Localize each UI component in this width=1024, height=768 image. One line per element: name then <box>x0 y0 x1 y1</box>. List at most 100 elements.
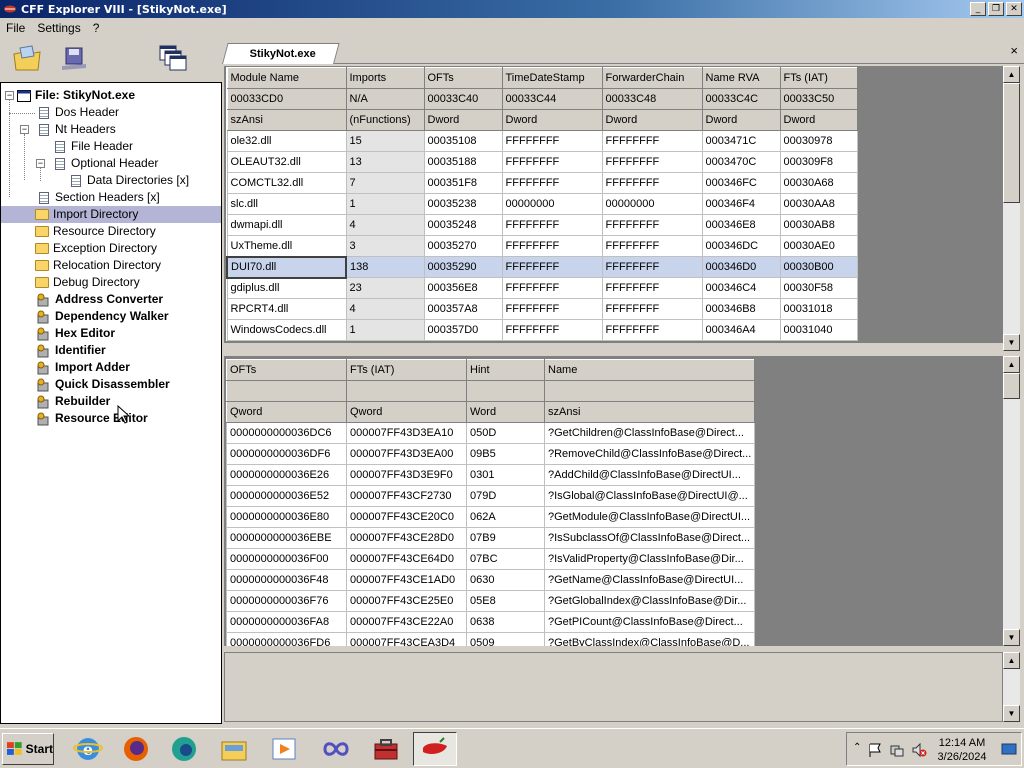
grid-cell[interactable]: 000007FF43CF2730 <box>346 485 467 507</box>
grid-cell[interactable]: FFFFFFFF <box>501 130 603 152</box>
grid-cell[interactable]: FFFFFFFF <box>601 172 703 194</box>
scroll-up-button[interactable]: ▲ <box>1003 652 1020 669</box>
grid-cell[interactable]: 00030B00 <box>779 256 858 278</box>
grid-cell[interactable]: ole32.dll <box>226 130 347 152</box>
grid-cell[interactable]: 000007FF43CE22A0 <box>346 611 467 633</box>
grid-cell[interactable]: 00035248 <box>423 214 503 236</box>
grid-cell[interactable]: ?GetName@ClassInfoBase@DirectUI... <box>543 569 756 591</box>
menu-file[interactable]: File <box>0 21 31 35</box>
close-tab-button[interactable]: × <box>1010 43 1018 58</box>
show-hidden-icons-icon[interactable]: ⌃ <box>853 742 861 753</box>
grid-cell[interactable]: Qword <box>346 401 467 423</box>
grid-cell[interactable]: FFFFFFFF <box>501 235 603 257</box>
grid-cell[interactable]: 4 <box>345 214 425 236</box>
grid-cell[interactable]: 07BC <box>466 548 545 570</box>
grid-cell[interactable]: UxTheme.dll <box>226 235 347 257</box>
grid-cell[interactable]: 00033C44 <box>501 88 603 110</box>
taskbar-visual-studio[interactable] <box>314 732 358 766</box>
grid-cell[interactable]: Dword <box>423 109 503 131</box>
menu-settings[interactable]: Settings <box>31 21 86 35</box>
grid-cell[interactable]: FFFFFFFF <box>501 214 603 236</box>
grid-cell[interactable]: 000346A4 <box>701 319 781 341</box>
grid-cell[interactable]: Dword <box>501 109 603 131</box>
grid-offset-row[interactable]: 00033CD0 N/A 00033C40 00033C44 00033C48 00033… <box>226 88 858 110</box>
grid-cell[interactable]: ForwarderChain <box>601 67 703 89</box>
grid-cell[interactable]: FFFFFFFF <box>501 151 603 173</box>
grid-cell[interactable]: 0000000000036EBE <box>226 527 347 549</box>
grid-cell[interactable]: Dword <box>779 109 858 131</box>
import-grid-scrollbar[interactable]: ▲ ▼ <box>1003 66 1020 351</box>
tree-item-import-directory[interactable]: Import Directory <box>1 206 221 223</box>
grid-cell[interactable]: DUI70.dll <box>226 255 347 279</box>
grid-cell[interactable] <box>346 380 467 402</box>
scroll-up-button[interactable]: ▲ <box>1003 356 1020 373</box>
grid-cell[interactable]: 000346C4 <box>701 277 781 299</box>
table-row[interactable]: 0000000000036E52 000007FF43CF2730 079D ?IsG… <box>226 485 756 507</box>
collapse-optional-header-box[interactable]: − <box>36 159 45 168</box>
grid-cell[interactable]: slc.dll <box>226 193 347 215</box>
grid-cell[interactable]: ?GetModule@ClassInfoBase@DirectUI... <box>543 506 756 528</box>
grid-cell[interactable]: FFFFFFFF <box>601 277 703 299</box>
table-row[interactable]: 0000000000036F00 000007FF43CE64D0 07BC ?IsV… <box>226 548 756 570</box>
functions-grid-scrollbar[interactable]: ▲ ▼ <box>1003 356 1020 646</box>
table-row[interactable]: UxTheme.dll 3 00035270 FFFFFFFF FFFFFFFF 0003… <box>226 235 858 257</box>
grid-cell[interactable]: 05E8 <box>466 590 545 612</box>
grid-cell[interactable]: 000346E8 <box>701 214 781 236</box>
grid-cell[interactable]: RPCRT4.dll <box>226 298 347 320</box>
grid-cell[interactable]: 00031040 <box>779 319 858 341</box>
grid-cell[interactable]: FFFFFFFF <box>501 256 603 278</box>
table-row[interactable]: slc.dll 1 00035238 00000000 00000000 000346F4… <box>226 193 858 215</box>
grid-cell[interactable] <box>466 380 545 402</box>
taskbar-explorer[interactable] <box>212 732 256 766</box>
grid-cell[interactable]: 00033C4C <box>701 88 781 110</box>
grid-cell[interactable]: 0003470C <box>701 151 781 173</box>
table-row[interactable]: 0000000000036FA8 000007FF43CE22A0 0638 ?Get… <box>226 611 756 633</box>
grid-cell[interactable]: 00030978 <box>779 130 858 152</box>
grid-cell[interactable]: 3 <box>345 235 425 257</box>
tree-item-optional-header[interactable]: Optional Header <box>53 155 158 172</box>
grid-cell[interactable]: ?GetByClassIndex@ClassInfoBase@D... <box>543 632 756 646</box>
grid-cell[interactable]: 000357D0 <box>423 319 503 341</box>
grid-splitter[interactable] <box>224 342 1003 351</box>
clock[interactable]: 12:14 AM 3/26/2024 <box>931 736 993 764</box>
grid-cell[interactable]: dwmapi.dll <box>226 214 347 236</box>
grid-cell[interactable] <box>543 380 756 402</box>
taskbar-media-player[interactable] <box>262 732 306 766</box>
table-row[interactable]: RPCRT4.dll 4 000357A8 FFFFFFFF FFFFFFFF 00034… <box>226 298 858 320</box>
scroll-down-button[interactable]: ▼ <box>1003 705 1020 722</box>
grid-cell[interactable]: 000007FF43CE1AD0 <box>346 569 467 591</box>
scroll-thumb[interactable] <box>1003 83 1020 203</box>
grid-cell[interactable]: FFFFFFFF <box>601 130 703 152</box>
table-row[interactable]: COMCTL32.dll 7 000351F8 FFFFFFFF FFFFFFFF 000… <box>226 172 858 194</box>
grid-cell[interactable]: FFFFFFFF <box>601 298 703 320</box>
grid-cell[interactable]: FFFFFFFF <box>501 298 603 320</box>
save-button[interactable] <box>58 42 92 74</box>
grid-type-row[interactable]: szAnsi (nFunctions) Dword Dword Dword Dword Dw… <box>226 109 858 131</box>
grid-cell[interactable]: 0003471C <box>701 130 781 152</box>
grid-cell[interactable]: 1 <box>345 319 425 341</box>
grid-cell[interactable]: 0000000000036FD6 <box>226 632 347 646</box>
tree-item-relocation-directory[interactable]: Relocation Directory <box>35 257 161 274</box>
grid-header-row[interactable]: OFTs FTs (IAT) Hint Name <box>226 359 756 381</box>
scroll-thumb[interactable] <box>1003 373 1020 399</box>
table-row[interactable]: 0000000000036DF6 000007FF43D3EA00 09B5 ?Rem… <box>226 443 756 465</box>
grid-cell[interactable]: 15 <box>345 130 425 152</box>
tree-item-debug-directory[interactable]: Debug Directory <box>35 274 140 291</box>
grid-cell[interactable]: 13 <box>345 151 425 173</box>
grid-cell[interactable]: 000007FF43D3EA00 <box>346 443 467 465</box>
grid-cell[interactable]: Dword <box>601 109 703 131</box>
taskbar-firefox[interactable] <box>114 732 158 766</box>
grid-cell[interactable]: 000357A8 <box>423 298 503 320</box>
taskbar-edge[interactable] <box>162 732 206 766</box>
tab-stikynot[interactable]: StikyNot.exe <box>222 43 340 64</box>
grid-cell[interactable]: 000346D0 <box>701 256 781 278</box>
grid-cell[interactable]: 00035270 <box>423 235 503 257</box>
table-row[interactable]: 0000000000036DC6 000007FF43D3EA10 050D ?Get… <box>226 422 756 444</box>
grid-cell[interactable]: 000309F8 <box>779 151 858 173</box>
grid-cell[interactable]: 0000000000036E26 <box>226 464 347 486</box>
table-row[interactable]: dwmapi.dll 4 00035248 FFFFFFFF FFFFFFFF 00034… <box>226 214 858 236</box>
grid-cell[interactable]: FTs (IAT) <box>779 67 858 89</box>
grid-cell[interactable]: OLEAUT32.dll <box>226 151 347 173</box>
grid-cell[interactable]: ?IsGlobal@ClassInfoBase@DirectUI@... <box>543 485 756 507</box>
tree-item-resource-directory[interactable]: Resource Directory <box>35 223 156 240</box>
